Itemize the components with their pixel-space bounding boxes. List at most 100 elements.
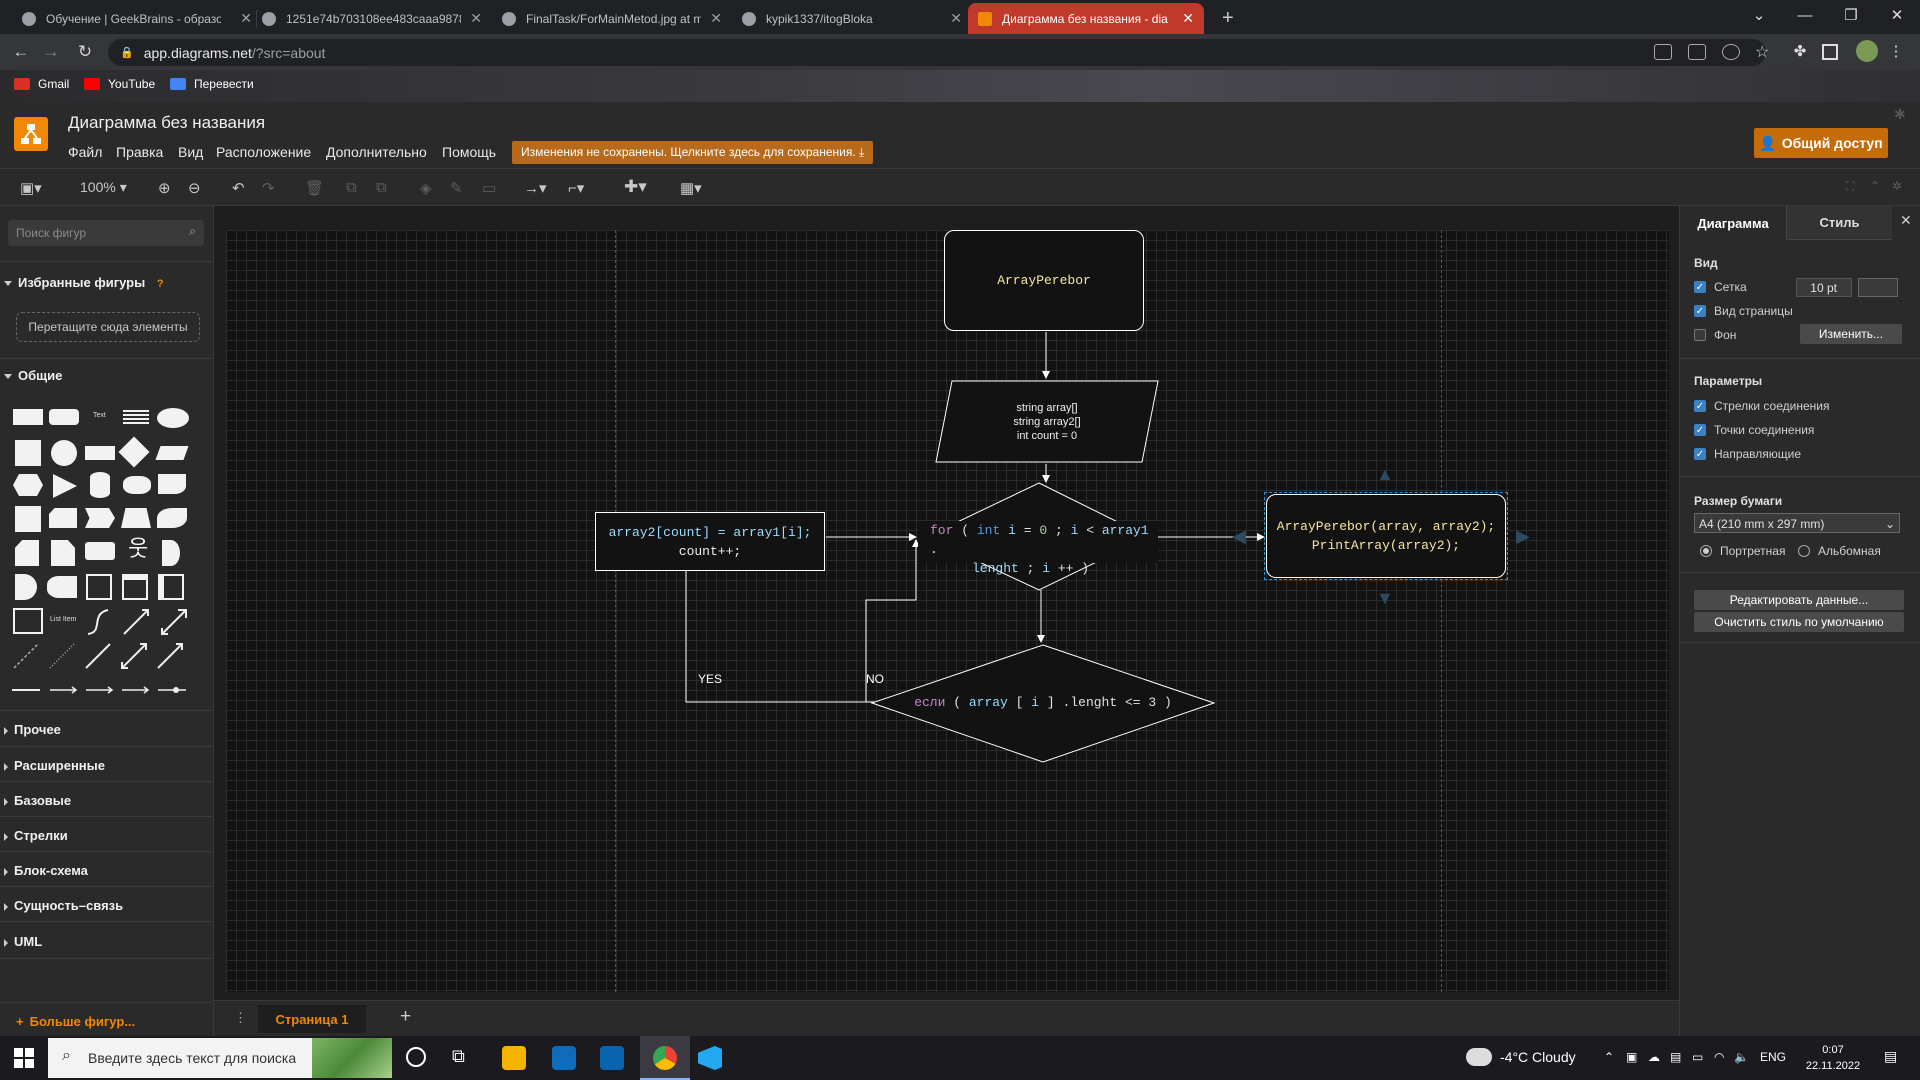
section-arrows[interactable]: Стрелки (0, 828, 212, 843)
undo-icon[interactable]: ↶ (232, 179, 245, 197)
weather-cloud-icon[interactable] (1466, 1048, 1492, 1066)
tray-device-icon[interactable]: ▤ (1670, 1050, 1681, 1064)
change-background-button[interactable]: Изменить... (1800, 324, 1902, 344)
document-title[interactable]: Диаграмма без названия (68, 113, 265, 133)
menu-arrange[interactable]: Расположение (216, 144, 311, 160)
tab-search-icon[interactable]: ⌄ (1736, 0, 1782, 30)
bookmark-star-icon[interactable]: ☆ (1755, 42, 1769, 62)
tab-close-icon[interactable]: ✕ (1182, 10, 1194, 27)
tab-close-icon[interactable]: ✕ (240, 10, 252, 27)
menu-edit[interactable]: Правка (116, 144, 163, 160)
menu-view[interactable]: Вид (178, 144, 203, 160)
list-shape[interactable] (13, 608, 43, 634)
share-button[interactable]: 👤 Общий доступ (1754, 128, 1888, 158)
notifications-icon[interactable]: ▤ (1884, 1048, 1897, 1065)
zoom-out-icon[interactable]: ⊖ (188, 179, 201, 197)
or-shape[interactable] (162, 540, 180, 566)
landscape-radio[interactable]: Альбомная (1798, 544, 1881, 558)
share-page-icon[interactable] (1722, 44, 1740, 60)
swimlane-shape[interactable] (122, 574, 148, 600)
address-bar[interactable]: 🔒 app.diagrams.net/?src=about ☆ (108, 39, 1769, 66)
translate-icon[interactable] (1688, 44, 1706, 60)
battery-icon[interactable]: ▭ (1692, 1050, 1703, 1064)
file-explorer-icon[interactable] (502, 1046, 526, 1070)
tray-expand-icon[interactable]: ⌃ (1604, 1050, 1614, 1064)
connection-style-icon[interactable]: →▾ (524, 179, 547, 197)
actor-shape[interactable]: 웃 (128, 538, 148, 560)
store-icon[interactable] (552, 1046, 576, 1070)
internal-storage-shape[interactable] (15, 506, 41, 532)
grid-color-swatch[interactable] (1858, 278, 1898, 297)
hexagon-shape[interactable] (13, 474, 43, 496)
table-icon[interactable]: ▦▾ (680, 179, 702, 197)
edit-data-button[interactable]: Редактировать данные... (1694, 590, 1904, 610)
browser-tab-active[interactable]: Диаграмма без названия - diag ✕ (968, 3, 1204, 34)
guides-checkbox[interactable]: ✓ Направляющие (1694, 447, 1801, 461)
edge-shapes[interactable] (10, 684, 195, 696)
windows-start-icon[interactable] (14, 1048, 34, 1068)
bookmark-translate[interactable]: Перевести (170, 77, 254, 91)
volume-icon[interactable]: 🔈 (1734, 1050, 1749, 1064)
list-item-shape[interactable]: List Item (50, 616, 76, 623)
cortana-icon[interactable] (406, 1047, 426, 1067)
tab-close-icon[interactable]: ✕ (470, 10, 482, 27)
to-front-icon[interactable]: ⧉ (346, 179, 357, 196)
browser-tab[interactable]: FinalTask/ForMainMetod.jpg at m ✕ (492, 3, 732, 34)
tape-shape[interactable] (157, 508, 187, 528)
no-label[interactable]: NO (866, 672, 884, 686)
portrait-radio[interactable]: Портретная (1700, 544, 1785, 558)
restore-icon[interactable]: ❐ (1828, 0, 1874, 30)
circle-shape[interactable] (51, 440, 77, 466)
browser-tab[interactable]: Обучение | GeekBrains - образо ✕ (12, 3, 262, 34)
menu-extras[interactable]: Дополнительно (326, 144, 427, 160)
clock[interactable]: 0:07 22.11.2022 (1796, 1042, 1870, 1074)
to-back-icon[interactable]: ⧉ (376, 179, 387, 196)
pages-menu-icon[interactable]: ⋮ (234, 1010, 247, 1026)
section-entity-relation[interactable]: Сущность–связь (0, 898, 212, 913)
clear-default-style-button[interactable]: Очистить стиль по умолчанию (1694, 612, 1904, 632)
parallelogram-shape[interactable] (155, 446, 189, 460)
zoom-in-icon[interactable]: ⊕ (158, 179, 171, 197)
yes-label[interactable]: YES (698, 672, 722, 686)
redo-icon[interactable]: ↷ (262, 179, 275, 197)
hover-arrow-up-icon[interactable]: ▲ (1376, 464, 1394, 485)
format-panel-toggle-icon[interactable]: ▣▾ (20, 179, 42, 197)
menu-kebab-icon[interactable]: ⋮ (1886, 42, 1906, 62)
back-icon[interactable]: ← (8, 40, 34, 64)
zoom-select[interactable]: 100% ▾ (80, 179, 127, 196)
section-advanced[interactable]: Расширенные (0, 758, 212, 773)
hover-arrow-right-icon[interactable]: ▶ (1516, 526, 1530, 547)
fullscreen-icon[interactable]: ⛶ (1846, 179, 1854, 194)
grid-checkbox[interactable]: ✓ Сетка (1694, 280, 1747, 294)
hover-arrow-left-icon[interactable]: ◀ (1232, 526, 1246, 547)
section-general[interactable]: Общие (0, 368, 212, 383)
diamond-shape[interactable] (118, 436, 150, 468)
task-view-icon[interactable]: ⧉ (452, 1046, 465, 1067)
card-shape[interactable] (49, 508, 77, 528)
fill-color-icon[interactable]: ◈ (420, 179, 432, 197)
line-color-icon[interactable]: ✎ (450, 179, 463, 197)
hover-arrow-down-icon[interactable]: ▼ (1376, 588, 1394, 609)
section-basic[interactable]: Базовые (0, 793, 212, 808)
page-view-checkbox[interactable]: ✓ Вид страницы (1694, 304, 1793, 318)
drawio-logo-icon[interactable] (14, 117, 48, 151)
cloud-shape[interactable] (123, 476, 151, 494)
pool-shape[interactable] (158, 574, 184, 600)
side-panel-icon[interactable] (1822, 44, 1838, 60)
trapezoid-shape[interactable] (121, 508, 151, 528)
hide-panels-icon[interactable]: ⌃ (1870, 179, 1880, 193)
section-flowchart[interactable]: Блок-схема (0, 863, 212, 878)
section-uml[interactable]: UML (0, 934, 212, 949)
connection-points-checkbox[interactable]: ✓ Точки соединения (1694, 423, 1814, 437)
menu-file[interactable]: Файл (68, 144, 102, 160)
weather-text[interactable]: -4°C Cloudy (1500, 1049, 1576, 1065)
display-shape[interactable] (47, 576, 77, 598)
container-shape[interactable] (86, 574, 112, 600)
taskbar-search-input[interactable]: ⌕ Введите здесь текст для поиска (48, 1038, 392, 1078)
mail-icon[interactable] (600, 1046, 624, 1070)
assign-node[interactable]: array2[count] = array1[i]; count++; (595, 512, 825, 571)
forward-icon[interactable]: → (38, 40, 64, 64)
paper-size-select[interactable]: A4 (210 mm x 297 mm) ⌄ (1694, 513, 1900, 533)
square-shape[interactable] (15, 440, 41, 466)
browser-tab[interactable]: 1251e74b703108ee483caaa9878 ✕ (252, 3, 492, 34)
